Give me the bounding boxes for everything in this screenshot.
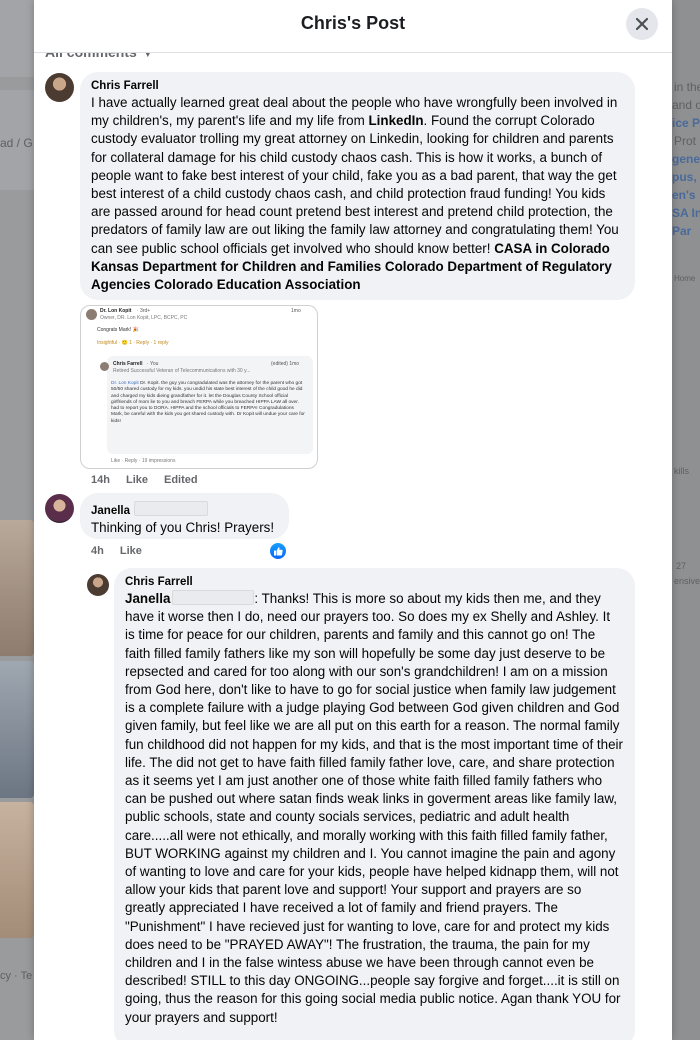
background-text: ad / G: [0, 136, 33, 150]
background-text: Home: [674, 274, 696, 283]
comment-timestamp[interactable]: 14h: [91, 474, 110, 486]
attachment-text: Owner, DR. Lon Kopit, LPC, BCPC, PC: [100, 315, 188, 321]
comment-bubble: Janella Thinking of you Chris! Prayers!: [80, 493, 289, 539]
background-link: ice P: [672, 116, 700, 130]
comment-author[interactable]: Chris Farrell: [91, 80, 623, 92]
background-photo: [0, 661, 34, 798]
attachment-text: Dr. Kopit. the guy you congradulated was…: [111, 381, 305, 424]
attachment-text: Dr. Lon Kopit: [100, 308, 132, 314]
post-dialog: Chris's Post All comments▼ Chris Farrell…: [34, 0, 672, 1040]
comment-author[interactable]: Janella: [91, 501, 277, 517]
like-button[interactable]: Like: [126, 474, 148, 486]
attachment-text: · 3rd+: [137, 308, 151, 314]
background-link: en's: [672, 188, 696, 202]
attachment-text: Chris Farrell: [113, 361, 143, 367]
background-footer: cy · Te: [0, 970, 33, 982]
avatar: [86, 309, 97, 320]
comment-actions: 14h Like Edited: [91, 474, 214, 486]
background-link: pus,: [672, 170, 697, 184]
comment-text: Janella: Thanks! This is more so about m…: [125, 590, 623, 1027]
avatar: [100, 362, 109, 371]
attachment-text: (edited) 1mo: [271, 361, 300, 367]
background-card: [0, 0, 34, 77]
avatar[interactable]: [45, 73, 74, 102]
reply-bubble: Chris Farrell Janella: Thanks! This is m…: [114, 568, 635, 1040]
mention-link[interactable]: Janella: [125, 591, 170, 606]
background-text: in the: [674, 80, 700, 94]
comment-timestamp[interactable]: 4h: [91, 545, 104, 557]
comment-actions: 4h Like: [91, 545, 158, 557]
background-text: ensive: [674, 576, 700, 586]
thumbs-up-icon: [274, 547, 283, 556]
attachment-text: Like · Reply · 19 impressions: [111, 458, 176, 464]
background-link: SA In: [672, 206, 700, 220]
attachment-text: · You: [147, 361, 159, 367]
comment-text-part: . Found the corrupt Colorado custody eva…: [91, 113, 619, 256]
redacted-surname: [134, 501, 208, 516]
comment-author[interactable]: Chris Farrell: [125, 576, 623, 588]
background-link: Par: [672, 224, 692, 238]
comment-text: Thinking of you Chris! Prayers!: [91, 520, 275, 535]
dialog-title: Chris's Post: [300, 13, 406, 33]
background-text: and o: [672, 98, 700, 112]
background-text: kills: [674, 466, 689, 476]
background-text: 27: [676, 561, 687, 571]
close-icon: [635, 17, 649, 31]
comment-text-part: : Thanks! This is more so about my kids …: [125, 591, 623, 1025]
avatar[interactable]: [87, 574, 109, 596]
avatar[interactable]: [45, 494, 74, 523]
like-reaction-badge[interactable]: [270, 543, 286, 559]
edited-label[interactable]: Edited: [164, 474, 198, 486]
dialog-header: Chris's Post: [34, 0, 672, 53]
attachment-text: Retired Successful Veteran of Telecommun…: [113, 368, 251, 374]
attachment-text: Insightful · 🙂 1 · Reply · 1 reply: [97, 340, 169, 346]
background-text: Prot: [674, 134, 697, 148]
close-button[interactable]: [626, 8, 658, 40]
comment-text: I have actually learned great deal about…: [91, 94, 623, 294]
attachment-text: 1mo: [291, 308, 301, 314]
like-button[interactable]: Like: [120, 545, 142, 557]
redacted-surname: [172, 590, 255, 605]
mention-link[interactable]: LinkedIn: [368, 113, 423, 128]
comment-author-name[interactable]: Janella: [91, 505, 130, 517]
background-photo: [0, 520, 34, 656]
attachment-text: Dr. Lon Kopit: [111, 381, 139, 386]
background-link: gene: [672, 152, 700, 166]
comment-bubble: Chris Farrell I have actually learned gr…: [80, 72, 635, 300]
background-photo: [0, 802, 34, 938]
attachment-text: Congrats Mark! 🎉: [97, 327, 139, 333]
attachment-text: Dr. Lon Kopit Dr. Kopit. the guy you con…: [111, 381, 307, 425]
comment-attachment-image[interactable]: Dr. Lon Kopit · 3rd+ 1mo Owner, DR. Lon …: [80, 305, 318, 469]
